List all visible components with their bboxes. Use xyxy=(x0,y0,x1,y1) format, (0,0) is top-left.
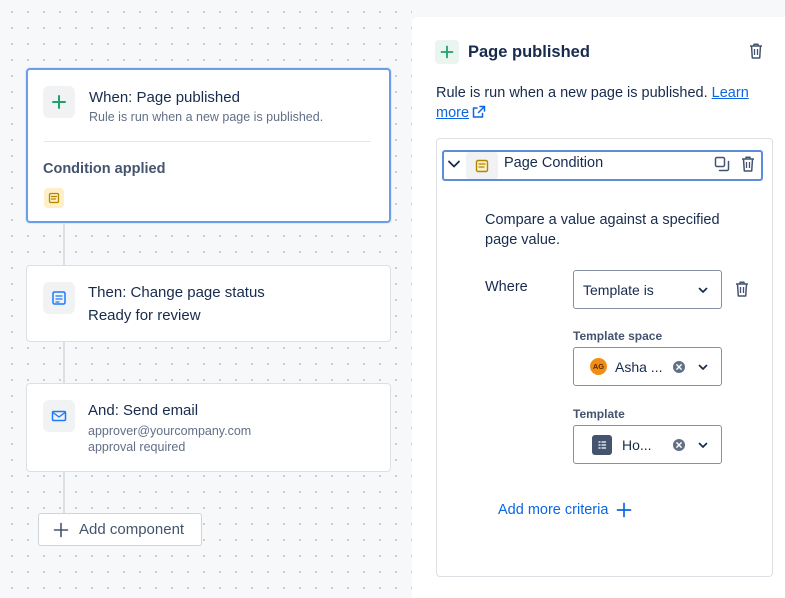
clear-icon[interactable] xyxy=(672,438,686,452)
trigger-tile xyxy=(43,86,75,118)
condition-header[interactable]: Page Condition xyxy=(442,150,763,181)
condition-title: Page Condition xyxy=(504,155,604,171)
trigger-card[interactable]: When: Page published Rule is run when a … xyxy=(26,68,391,223)
plus-icon xyxy=(616,502,632,518)
page-condition-icon xyxy=(475,159,489,172)
email-note: approval required xyxy=(88,440,186,454)
chevron-down-icon xyxy=(697,439,709,451)
page-condition-icon xyxy=(48,192,60,204)
condition-tile xyxy=(466,152,498,179)
template-label: Template xyxy=(573,407,625,421)
operator-select[interactable]: Template is xyxy=(573,270,722,309)
template-icon xyxy=(592,434,612,455)
email-address: approver@yourcompany.com xyxy=(88,424,252,438)
where-label: Where xyxy=(485,279,528,295)
add-more-criteria-button[interactable]: Add more criteria xyxy=(498,502,632,518)
condition-description: Compare a value against a specified page… xyxy=(485,212,720,248)
external-link-icon[interactable] xyxy=(472,105,486,125)
connector-line xyxy=(63,471,65,514)
trigger-title: When: Page published xyxy=(89,89,240,106)
condition-applied-label: Condition applied xyxy=(43,161,166,177)
config-panel: Page published Rule is run when a new pa… xyxy=(412,17,785,598)
copy-icon[interactable] xyxy=(714,156,730,172)
add-component-button[interactable]: Add component xyxy=(38,513,202,546)
email-tile xyxy=(43,400,75,432)
chevron-down-icon xyxy=(697,284,709,296)
template-value: Ho... xyxy=(622,436,652,453)
action-detail: Ready for review xyxy=(88,307,201,324)
plus-icon xyxy=(52,95,66,109)
trigger-subtitle: Rule is run when a new page is published… xyxy=(89,110,324,124)
card-divider xyxy=(44,141,371,142)
template-space-value: Asha ... xyxy=(615,358,663,375)
email-title: And: Send email xyxy=(88,402,199,419)
trash-icon[interactable] xyxy=(748,42,764,60)
trash-icon[interactable] xyxy=(734,280,750,298)
rule-canvas: When: Page published Rule is run when a … xyxy=(0,0,412,598)
clear-icon[interactable] xyxy=(672,360,686,374)
connector-line xyxy=(63,222,65,266)
panel-title: Page published xyxy=(468,43,590,61)
panel-description-text: Rule is run when a new page is published… xyxy=(436,85,712,101)
add-more-criteria-label: Add more criteria xyxy=(498,502,609,518)
email-card[interactable]: And: Send email approver@yourcompany.com… xyxy=(26,383,391,472)
action-tile xyxy=(43,282,75,314)
operator-value: Template is xyxy=(583,281,654,298)
action-card[interactable]: Then: Change page status Ready for revie… xyxy=(26,265,391,342)
template-space-select[interactable]: AG Asha ... xyxy=(573,347,722,386)
page-icon xyxy=(52,291,66,305)
connector-line xyxy=(63,341,65,384)
trigger-tile xyxy=(435,40,459,64)
plus-icon xyxy=(440,45,454,59)
trash-icon[interactable] xyxy=(740,155,756,173)
template-space-label: Template space xyxy=(573,329,663,343)
add-component-label: Add component xyxy=(79,521,185,538)
condition-box: Page Condition Compare a value against a… xyxy=(436,138,773,577)
template-select[interactable]: Ho... xyxy=(573,425,722,464)
action-title: Then: Change page status xyxy=(88,284,265,301)
panel-description: Rule is run when a new page is published… xyxy=(436,83,766,125)
plus-icon xyxy=(53,522,69,538)
condition-chip[interactable] xyxy=(44,188,64,208)
chevron-down-icon[interactable] xyxy=(447,157,461,171)
avatar: AG xyxy=(590,358,607,375)
mail-icon xyxy=(51,410,67,422)
chevron-down-icon xyxy=(697,361,709,373)
